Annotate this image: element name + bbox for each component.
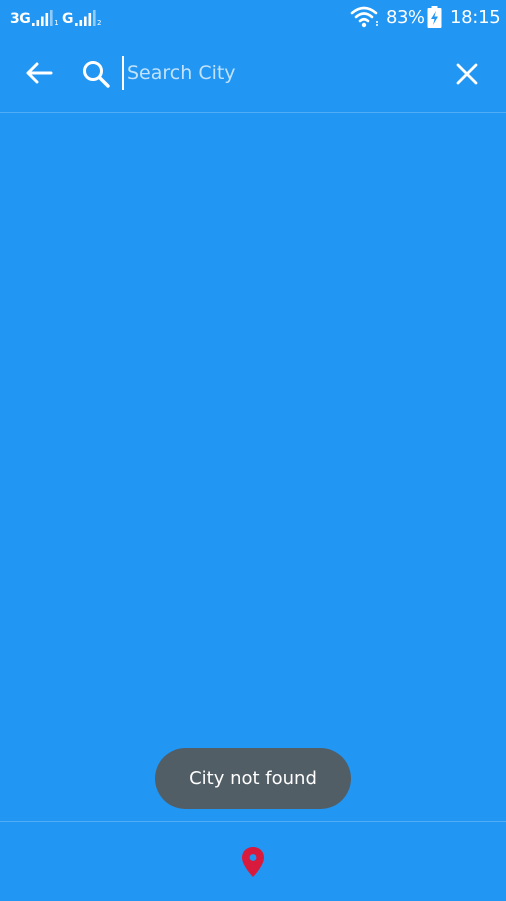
search-city-input[interactable] <box>122 56 427 90</box>
battery-charging-icon <box>427 6 442 28</box>
search-toolbar <box>0 36 506 113</box>
sim2-signal: G 2 <box>62 8 102 27</box>
location-pin-icon[interactable] <box>240 846 266 878</box>
results-area <box>0 113 506 821</box>
clear-search-button[interactable] <box>451 58 483 90</box>
toast-message: City not found <box>155 748 351 809</box>
sim1-network-type: 3G <box>10 11 31 27</box>
battery-percent: 83% <box>386 7 425 28</box>
sim1-index: 1 <box>54 19 59 27</box>
toast-text: City not found <box>189 768 317 789</box>
signal-bars-icon <box>75 10 96 26</box>
arrow-left-icon <box>26 62 53 84</box>
wifi-icon <box>350 6 378 28</box>
signal-bars-icon <box>32 10 53 26</box>
bottom-bar <box>0 821 506 901</box>
close-icon <box>456 63 478 85</box>
sim2-index: 2 <box>97 19 102 27</box>
status-bar: 3G 1 G 2 83% 18:15 <box>0 0 506 36</box>
sim1-signal: 3G 1 <box>10 8 59 27</box>
sim2-network-type: G <box>62 11 74 27</box>
search-icon <box>83 61 110 88</box>
clock: 18:15 <box>450 7 501 28</box>
back-button[interactable] <box>22 58 56 88</box>
